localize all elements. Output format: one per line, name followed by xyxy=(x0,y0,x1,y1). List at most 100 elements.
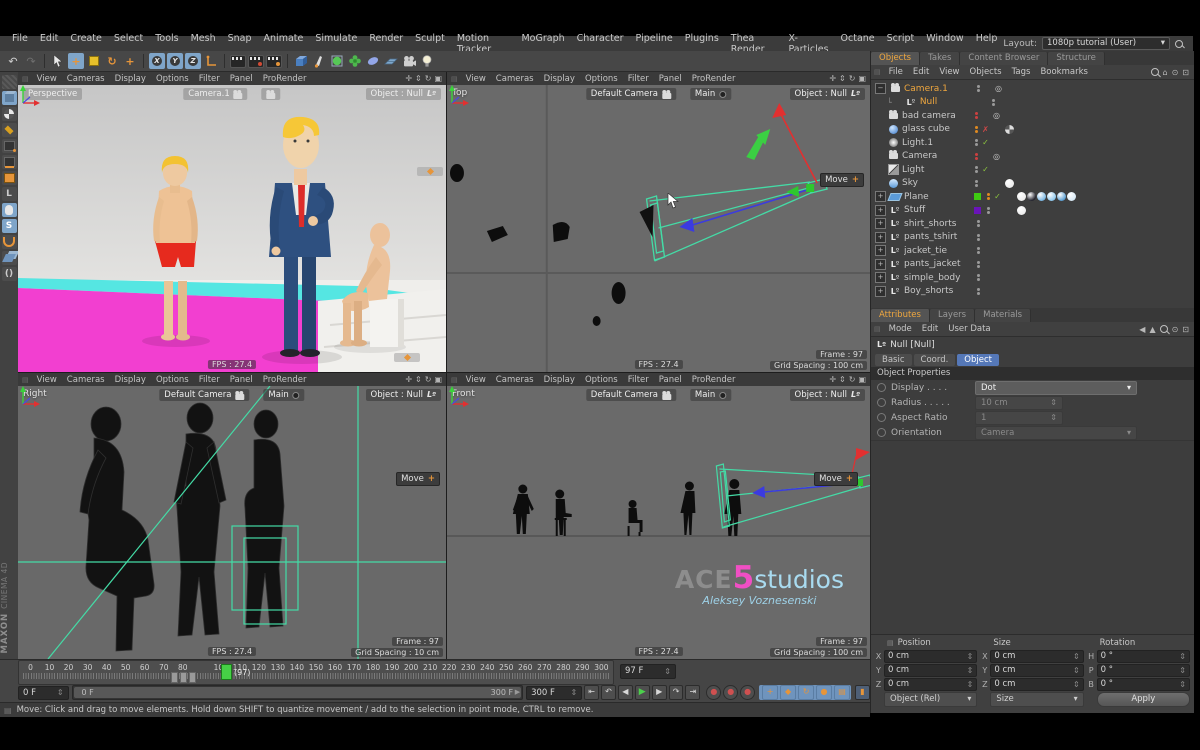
visibility-dots-icon[interactable] xyxy=(972,139,980,147)
model-mode-button[interactable] xyxy=(2,91,17,105)
attribute-value[interactable]: 10 cm xyxy=(975,396,1063,410)
viewport-menu-item[interactable]: Panel xyxy=(654,375,687,385)
object-row[interactable]: + pants_jacket xyxy=(871,258,1194,272)
expand-toggle[interactable]: + xyxy=(875,218,886,229)
target-icon[interactable] xyxy=(991,111,1002,120)
material-ball-icon[interactable] xyxy=(1017,192,1026,201)
record-pla-button[interactable]: ▤ xyxy=(834,685,850,700)
spinner-icon[interactable] xyxy=(1179,665,1186,676)
viewport-menu-item[interactable]: View xyxy=(32,74,62,84)
search-icon[interactable] xyxy=(1175,40,1183,48)
texture-mode-button[interactable] xyxy=(2,107,17,121)
viewport-top-canvas[interactable]: Top Default Camera Main Object : Null Mo… xyxy=(447,85,870,372)
go-to-end-button[interactable]: ⇥ xyxy=(685,685,700,700)
pan-view-icon[interactable]: ✛ xyxy=(829,375,836,384)
add-floor-button[interactable] xyxy=(383,53,399,69)
object-name[interactable]: Null xyxy=(920,97,990,107)
spinner-icon[interactable] xyxy=(967,651,974,662)
lock-y-axis-button[interactable]: Y xyxy=(167,53,183,69)
record-parameter-button[interactable]: ● xyxy=(816,685,832,700)
viewport-menu-item[interactable]: Filter xyxy=(623,74,654,84)
gear-icon[interactable]: ⊙ xyxy=(1172,68,1179,77)
expand-toggle[interactable] xyxy=(875,138,884,147)
viewport-menu-item[interactable]: ProRender xyxy=(687,74,741,84)
object-row[interactable]: + Boy_shorts xyxy=(871,285,1194,299)
spinner-icon[interactable] xyxy=(967,665,974,676)
visibility-dots-icon[interactable] xyxy=(974,287,982,295)
render-settings-button[interactable] xyxy=(266,53,282,69)
zoom-view-icon[interactable]: ⇕ xyxy=(839,74,846,83)
lock-x-axis-button[interactable]: X xyxy=(149,53,165,69)
visibility-dots-icon[interactable] xyxy=(972,166,980,174)
visibility-dots-icon[interactable] xyxy=(972,112,980,120)
material-ball-icon[interactable] xyxy=(1027,192,1036,201)
last-tool-button[interactable]: + xyxy=(122,53,138,69)
am-menu-item[interactable]: User Data xyxy=(943,324,995,334)
pan-view-icon[interactable]: ✛ xyxy=(405,375,412,384)
object-name[interactable]: Camera xyxy=(902,151,972,161)
material-ball-icon[interactable] xyxy=(1047,192,1056,201)
spinner-icon[interactable] xyxy=(57,687,64,699)
expand-toggle[interactable]: + xyxy=(875,286,886,297)
viewport-menu-item[interactable]: Cameras xyxy=(62,375,110,385)
size-y-field[interactable]: 0 cm xyxy=(990,664,1083,677)
visibility-dots-icon[interactable] xyxy=(974,85,982,93)
spinner-icon[interactable] xyxy=(1073,679,1080,690)
history-icon[interactable] xyxy=(2,75,17,89)
back-icon[interactable]: ◀ xyxy=(1139,325,1145,334)
record-keyframe-button[interactable]: ● xyxy=(706,685,721,700)
object-row[interactable]: + jacket_tie xyxy=(871,244,1194,258)
timeline-scrollbar[interactable]: ◀ 0 F300 F ▶ xyxy=(72,685,524,700)
object-row[interactable]: + Stuff xyxy=(871,204,1194,218)
keyframe-bar-button[interactable]: ▮ xyxy=(855,685,870,700)
object-name[interactable]: bad camera xyxy=(902,111,972,121)
object-row[interactable]: + pants_tshirt xyxy=(871,231,1194,245)
animation-toggle-icon[interactable] xyxy=(877,398,886,407)
om-menu-item[interactable]: Bookmarks xyxy=(1035,67,1093,77)
search-icon[interactable] xyxy=(1151,68,1159,76)
zoom-view-icon[interactable]: ⇕ xyxy=(839,375,846,384)
position-x-field[interactable]: 0 cm xyxy=(884,650,977,663)
magnet-tool-button[interactable] xyxy=(2,235,17,249)
object-row[interactable]: − Camera.1 xyxy=(871,82,1194,96)
visibility-dots-icon[interactable] xyxy=(972,125,980,133)
material-ball-icon[interactable] xyxy=(1037,192,1046,201)
attribute-value[interactable]: Camera xyxy=(975,426,1137,440)
state-icon[interactable] xyxy=(992,192,1003,201)
attribute-value[interactable]: 1 xyxy=(975,411,1063,425)
viewport-menu-item[interactable]: View xyxy=(461,74,491,84)
record-position-button[interactable]: + xyxy=(762,685,778,700)
range-start-field[interactable]: 0 F xyxy=(18,686,69,700)
subtab-coord[interactable]: Coord. xyxy=(914,354,956,366)
spinner-icon[interactable] xyxy=(1073,651,1080,662)
subtab-object[interactable]: Object xyxy=(957,354,999,366)
tab-layers[interactable]: Layers xyxy=(930,309,975,322)
object-row[interactable]: bad camera xyxy=(871,109,1194,123)
snap-toggle-button[interactable]: S xyxy=(2,219,17,233)
animation-toggle-icon[interactable] xyxy=(877,383,886,392)
add-primitive-button[interactable] xyxy=(293,53,309,69)
zoom-view-icon[interactable]: ⇕ xyxy=(415,74,422,83)
tab-content-browser[interactable]: Content Browser xyxy=(960,52,1048,65)
object-row[interactable]: Null xyxy=(871,96,1194,110)
viewport-menu-item[interactable]: Options xyxy=(151,74,194,84)
maximize-view-icon[interactable]: ▣ xyxy=(434,375,442,384)
next-key-button[interactable]: ↷ xyxy=(669,685,684,700)
object-name[interactable]: Stuff xyxy=(904,205,974,215)
object-name[interactable]: Camera.1 xyxy=(904,84,974,94)
object-name[interactable]: jacket_tie xyxy=(904,246,974,256)
panel-icon[interactable]: ⊡ xyxy=(1182,325,1189,334)
tab-objects[interactable]: Objects xyxy=(871,52,920,65)
object-row[interactable]: + shirt_shorts xyxy=(871,217,1194,231)
object-name[interactable]: Plane xyxy=(904,192,974,202)
viewport-menu-item[interactable]: Display xyxy=(110,375,151,385)
visibility-dots-icon[interactable] xyxy=(984,206,992,214)
visibility-dots-icon[interactable] xyxy=(984,193,992,201)
viewport-menu-item[interactable]: Panel xyxy=(654,74,687,84)
material-tags[interactable] xyxy=(1016,192,1076,201)
timeline-ruler[interactable]: 0102030405060708090100110120130140150160… xyxy=(18,660,614,685)
zoom-view-icon[interactable]: ⇕ xyxy=(415,375,422,384)
previous-frame-button[interactable]: ◀ xyxy=(618,685,633,700)
expand-toggle[interactable] xyxy=(875,125,884,134)
viewport-menu-item[interactable]: Options xyxy=(151,375,194,385)
